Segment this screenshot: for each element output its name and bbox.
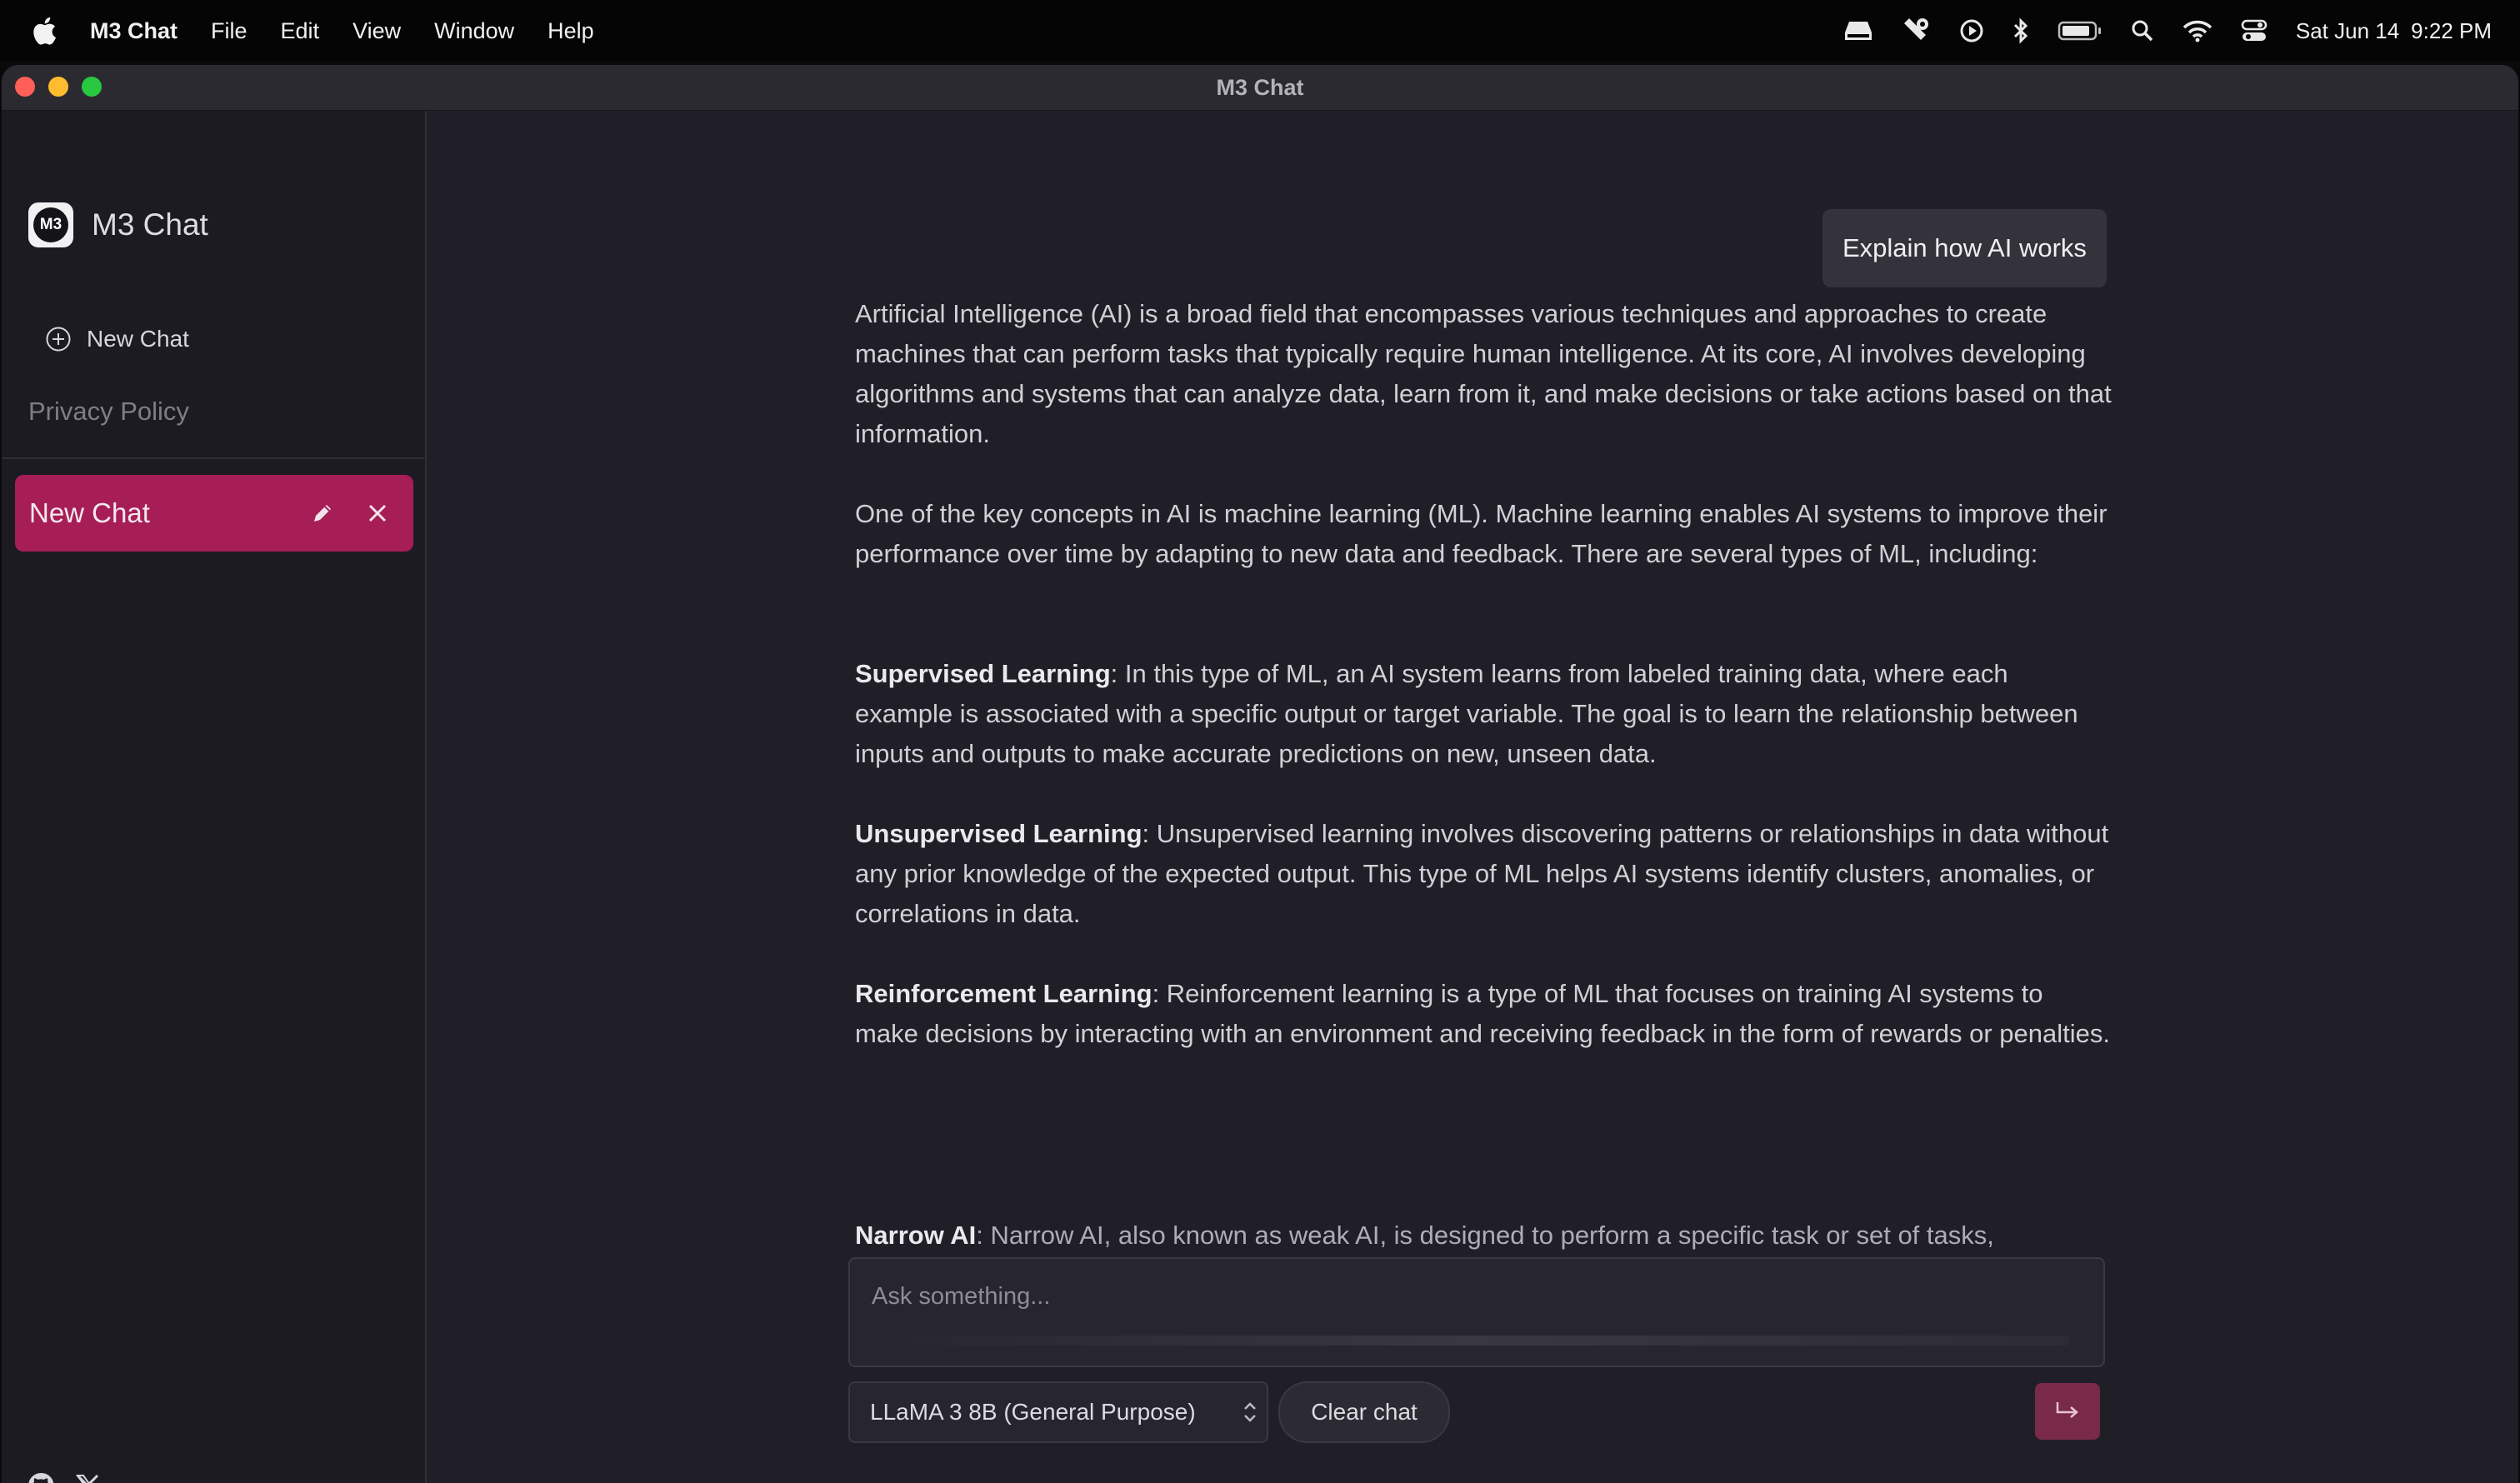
message-composer [848,1257,2105,1367]
tools-icon[interactable] [1901,17,1931,45]
edit-pencil-icon[interactable] [303,494,342,532]
send-arrow-icon [2056,1402,2078,1418]
composer-blur-overlay [870,1336,2070,1346]
menu-clock[interactable]: Sat Jun 14 9:22 PM [2296,18,2492,44]
answer-paragraph: Artificial Intelligence (AI) is a broad … [855,299,2112,448]
model-select-value: LLaMA 3 8B (General Purpose) [870,1399,1196,1425]
window-title: M3 Chat [1216,74,1304,100]
answer-term: Unsupervised Learning [855,819,1142,848]
menu-view[interactable]: View [352,18,401,44]
message-input[interactable] [870,1279,2073,1314]
clear-chat-button[interactable]: Clear chat [1278,1381,1450,1443]
answer-term: Narrow AI [855,1221,977,1250]
window-titlebar: M3 Chat [2,65,2518,111]
menu-edit[interactable]: Edit [281,18,320,44]
sidebar-divider [2,457,425,459]
x-twitter-icon[interactable] [75,1473,100,1483]
privacy-policy-link[interactable]: Privacy Policy [28,397,189,427]
plus-circle-icon [46,327,71,352]
chevron-updown-icon [1244,1402,1256,1422]
close-icon[interactable] [358,494,397,532]
answer-list-item: Unsupervised Learning: Unsupervised lear… [855,814,2112,934]
answer-paragraph: One of the key concepts in AI is machine… [855,499,2108,568]
play-circle-icon[interactable] [1959,18,1984,43]
answer-list-item: Narrow AI: Narrow AI, also known as weak… [855,1216,2112,1256]
menu-window[interactable]: Window [434,18,514,44]
sidebar: M3 M3 Chat New Chat Privacy Policy New C… [2,111,427,1483]
answer-list-item: Supervised Learning: In this type of ML,… [855,654,2112,774]
answer-term: Supervised Learning [855,659,1111,688]
wifi-icon[interactable] [2182,19,2212,42]
apple-menu-icon[interactable] [32,14,60,47]
window-minimize-button[interactable] [48,77,68,97]
chat-list-item[interactable]: New Chat [15,475,413,552]
answer-term-text: : Narrow AI, also known as weak AI, is d… [976,1221,1994,1250]
chat-main: Explain how AI works Artificial Intellig… [427,111,2518,1483]
window-zoom-button[interactable] [82,77,102,97]
window-close-button[interactable] [15,77,35,97]
menu-bar: M3 Chat File Edit View Window Help Sat J… [0,0,2520,62]
battery-icon[interactable] [2058,20,2102,42]
menu-file[interactable]: File [211,18,248,44]
menu-date: Sat Jun 14 [2295,17,2400,43]
control-center-icon[interactable] [2241,19,2268,42]
search-icon[interactable] [2131,19,2154,42]
user-message-bubble: Explain how AI works [1822,209,2107,287]
answer-term: Reinforcement Learning [855,979,1152,1008]
menu-app-name[interactable]: M3 Chat [90,18,178,44]
github-icon[interactable] [27,1471,55,1483]
model-select[interactable]: LLaMA 3 8B (General Purpose) [848,1381,1268,1443]
menu-help[interactable]: Help [548,18,594,44]
app-window: M3 Chat M3 M3 Chat New Chat Privacy Poli… [2,65,2518,1483]
answer-list-item: Reinforcement Learning: Reinforcement le… [855,974,2112,1054]
assistant-message: Artificial Intelligence (AI) is a broad … [855,294,2112,1296]
chat-item-title: New Chat [29,497,150,528]
new-chat-label: New Chat [87,326,189,352]
social-links [27,1471,100,1483]
brand-row: M3 M3 Chat [28,202,208,247]
brand-name: M3 Chat [92,207,208,242]
menu-time: 9:22 PM [2411,17,2492,43]
drive-icon[interactable] [1844,20,1872,42]
composer-controls: LLaMA 3 8B (General Purpose) Clear chat [427,1381,2518,1443]
send-button[interactable] [2035,1383,2100,1440]
app-logo: M3 [28,202,73,247]
bluetooth-icon[interactable] [2012,17,2029,44]
new-chat-button[interactable]: New Chat [45,326,189,352]
app-logo-text: M3 [33,207,68,242]
